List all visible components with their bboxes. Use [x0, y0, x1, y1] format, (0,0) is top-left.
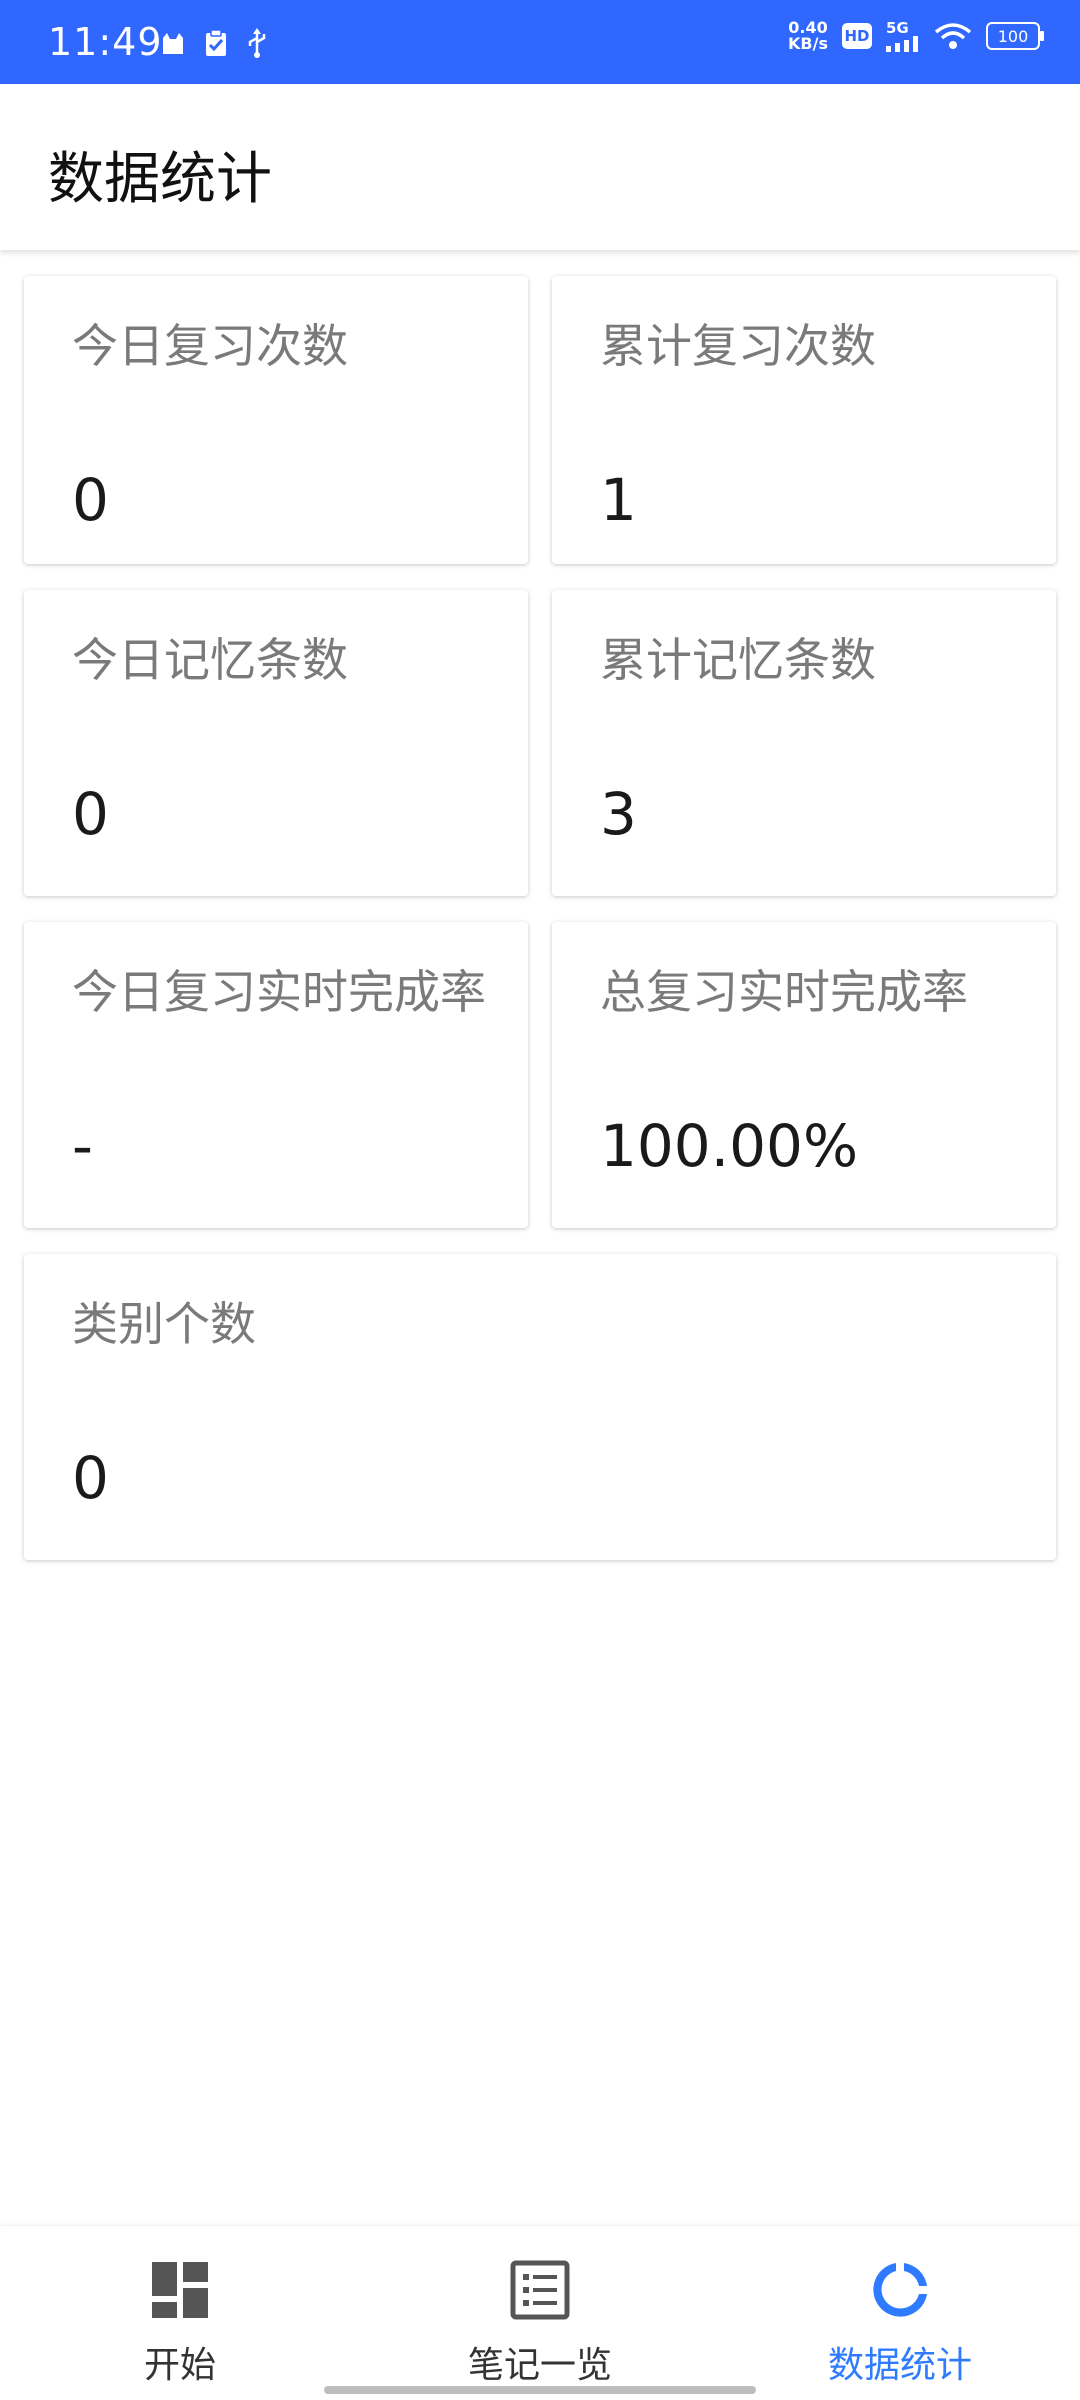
stat-value: 0: [72, 466, 109, 534]
usb-icon: [248, 28, 266, 58]
network-speed: 0.40 KB/s: [788, 20, 828, 52]
status-bar: 11:49 0.40 KB/s HD 5G 100: [0, 0, 1080, 84]
donut-chart-icon: [873, 2263, 927, 2317]
clipboard-check-icon: [206, 29, 226, 56]
network-speed-unit: KB/s: [788, 34, 828, 53]
stat-card-category-count: 类别个数 0: [24, 1254, 1056, 1560]
wifi-icon: [934, 23, 972, 49]
stat-card-total-review-count: 累计复习次数 1: [552, 276, 1056, 564]
stat-label: 今日复习次数: [72, 319, 348, 373]
stat-label: 累计复习次数: [600, 319, 876, 373]
stat-value: 1: [600, 466, 637, 534]
stat-value: -: [72, 1112, 93, 1180]
app-bar: 数据统计: [0, 84, 1080, 250]
stat-card-today-completion-rate: 今日复习实时完成率 -: [24, 922, 528, 1228]
battery-icon: 100: [986, 22, 1044, 50]
stat-card-total-completion-rate: 总复习实时完成率 100.00%: [552, 922, 1056, 1228]
status-system-icons: 0.40 KB/s HD 5G 100: [788, 18, 1044, 52]
bottom-navigation: 开始 笔记一览 数据统计: [0, 2226, 1080, 2400]
home-indicator[interactable]: [324, 2386, 756, 2394]
stat-label: 今日记忆条数: [72, 633, 348, 687]
cellular-signal: 5G: [886, 18, 920, 52]
nav-label: 数据统计: [827, 2345, 972, 2386]
stat-card-today-review-count: 今日复习次数 0: [24, 276, 528, 564]
signal-bars-icon: [886, 35, 918, 52]
nav-item-statistics[interactable]: 数据统计: [720, 2226, 1080, 2400]
status-notification-icons: [160, 28, 268, 58]
nav-label: 笔记一览: [467, 2345, 612, 2386]
status-time: 11:49: [48, 20, 163, 64]
stat-value: 0: [72, 1444, 109, 1512]
nav-label: 开始: [143, 2345, 216, 2386]
stat-label: 累计记忆条数: [600, 633, 876, 687]
stat-label: 总复习实时完成率: [600, 965, 968, 1019]
stat-value: 3: [600, 780, 637, 848]
stat-label: 类别个数: [72, 1297, 256, 1351]
nav-item-start[interactable]: 开始: [0, 2226, 360, 2400]
stat-value: 0: [72, 780, 109, 848]
dashboard-icon: [152, 2262, 208, 2318]
stat-label: 今日复习实时完成率: [72, 965, 486, 1019]
stat-card-today-memory-items: 今日记忆条数 0: [24, 590, 528, 896]
nav-item-notes-overview[interactable]: 笔记一览: [360, 2226, 720, 2400]
network-type-label: 5G: [886, 18, 909, 37]
hd-badge: HD: [842, 23, 872, 49]
cat-app-icon: [163, 33, 183, 54]
battery-level: 100: [997, 26, 1029, 46]
page-title: 数据统计: [48, 147, 272, 212]
list-icon: [510, 2260, 570, 2320]
stat-value: 100.00%: [600, 1112, 859, 1180]
stat-card-total-memory-items: 累计记忆条数 3: [552, 590, 1056, 896]
